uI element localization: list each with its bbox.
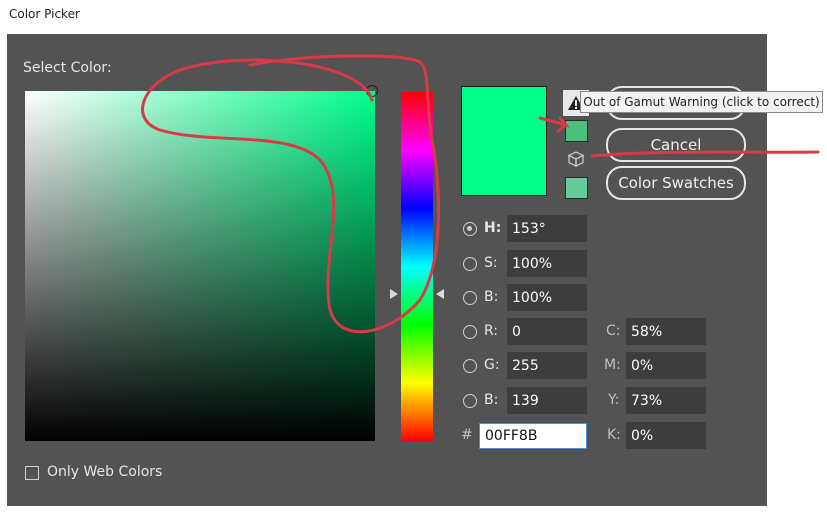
color-swatches-button[interactable]: Color Swatches — [606, 166, 746, 200]
green-radio[interactable] — [463, 359, 477, 373]
out-of-gamut-tooltip: Out of Gamut Warning (click to correct) — [580, 91, 823, 113]
hue-label: H: — [484, 220, 502, 236]
cyan-input[interactable]: 58% — [626, 318, 706, 345]
saturation-brightness-field[interactable] — [25, 91, 375, 441]
hex-label: # — [461, 427, 473, 443]
blue-input[interactable]: 139 — [507, 387, 587, 414]
yellow-label: Y: — [608, 392, 620, 408]
hue-input[interactable]: 153° — [507, 215, 587, 242]
blue-label: B: — [484, 392, 499, 408]
hue-slider-handle-left[interactable] — [390, 289, 398, 299]
hue-slider[interactable] — [401, 92, 433, 441]
hue-radio[interactable] — [463, 222, 477, 236]
yellow-input[interactable]: 73% — [626, 387, 706, 414]
select-color-label: Select Color: — [23, 60, 112, 76]
red-radio[interactable] — [463, 325, 477, 339]
saturation-input[interactable]: 100% — [507, 250, 587, 277]
cube-icon[interactable] — [567, 150, 585, 168]
red-label: R: — [484, 323, 499, 339]
new-color-swatch — [462, 87, 546, 141]
saturation-label: S: — [484, 255, 498, 271]
brightness-input[interactable]: 100% — [507, 284, 587, 311]
black-label: K: — [607, 427, 621, 443]
cyan-label: C: — [606, 323, 621, 339]
green-label: G: — [484, 357, 500, 373]
brightness-label: B: — [484, 289, 499, 305]
hue-slider-handle-right[interactable] — [436, 289, 444, 299]
color-field-marker[interactable] — [366, 85, 378, 97]
hex-input[interactable]: 00FF8B — [479, 423, 587, 449]
blue-radio[interactable] — [463, 394, 477, 408]
magenta-input[interactable]: 0% — [626, 352, 706, 379]
only-web-colors-checkbox[interactable] — [25, 466, 39, 480]
window-title: Color Picker — [9, 7, 80, 21]
green-input[interactable]: 255 — [507, 352, 587, 379]
brightness-radio[interactable] — [463, 291, 477, 305]
only-web-colors-label: Only Web Colors — [47, 464, 163, 480]
magenta-label: M: — [604, 357, 621, 373]
saturation-radio[interactable] — [463, 257, 477, 271]
black-input[interactable]: 0% — [626, 422, 706, 449]
cancel-button[interactable]: Cancel — [606, 128, 746, 162]
gamut-correction-swatch[interactable] — [565, 120, 588, 142]
current-color-swatch[interactable] — [462, 141, 546, 195]
web-safe-swatch[interactable] — [565, 177, 588, 199]
color-preview-swatch — [461, 86, 547, 196]
red-input[interactable]: 0 — [507, 318, 587, 345]
